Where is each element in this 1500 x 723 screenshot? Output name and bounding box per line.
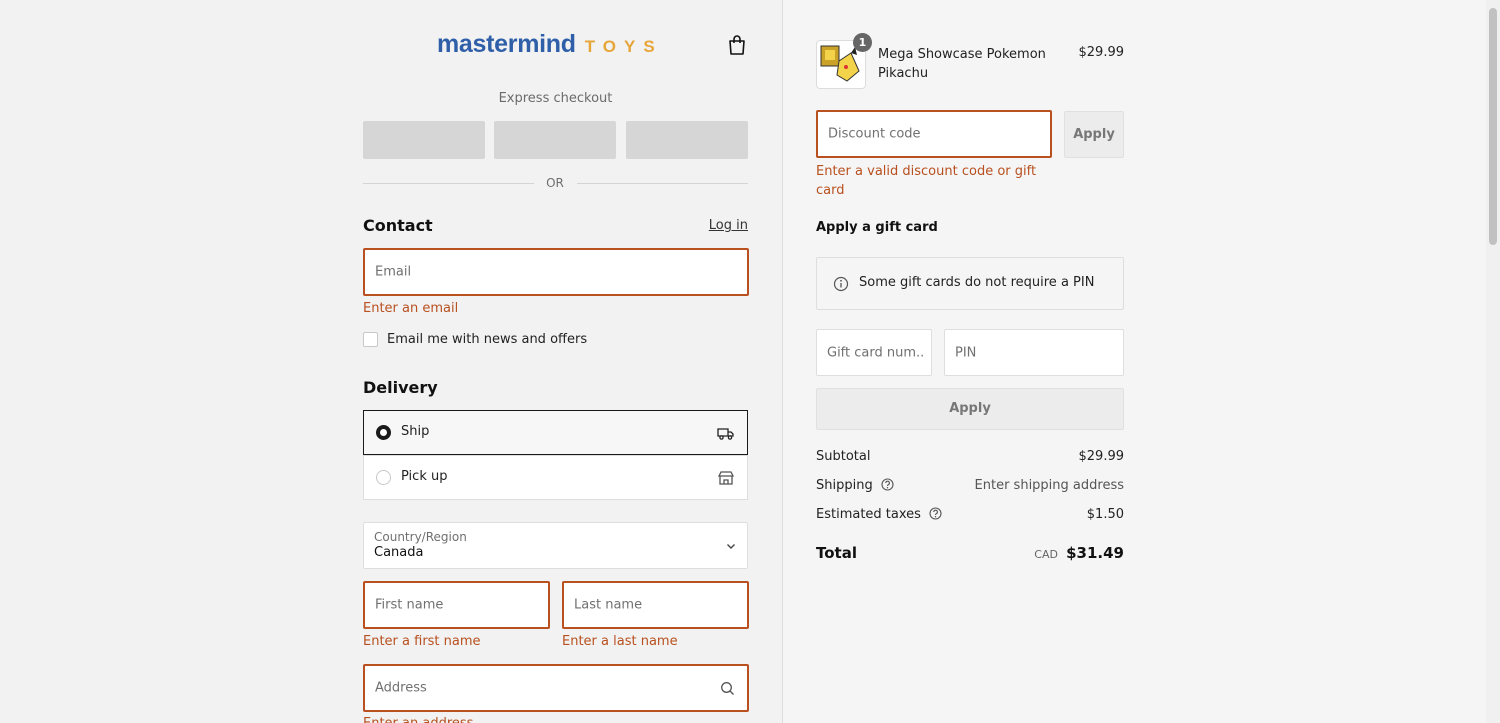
last-name-placeholder: Last name	[574, 597, 643, 613]
total-label: Total	[816, 544, 857, 562]
express-checkout-label: Express checkout	[498, 91, 613, 106]
express-pay-button-1[interactable]	[363, 121, 485, 159]
first-name-placeholder: First name	[375, 597, 444, 613]
divider-right	[577, 183, 748, 184]
quantity-badge: 1	[853, 33, 872, 52]
subtotal-value: $29.99	[1078, 449, 1125, 464]
first-name-field[interactable]: First name	[363, 581, 550, 629]
address-field[interactable]: Address	[363, 664, 749, 712]
address-placeholder: Address	[375, 680, 427, 696]
login-link[interactable]: Log in	[700, 218, 748, 233]
help-icon[interactable]	[881, 478, 894, 491]
country-select[interactable]: Country/Region Canada	[363, 522, 748, 569]
newsletter-checkbox[interactable]	[363, 332, 378, 347]
or-divider-label: OR	[546, 176, 564, 190]
address-error: Enter an address	[363, 714, 473, 723]
search-icon	[721, 682, 734, 695]
delivery-heading: Delivery	[363, 378, 438, 397]
total-currency: CAD	[1034, 548, 1058, 561]
newsletter-label: Email me with news and offers	[387, 332, 588, 347]
discount-code-field[interactable]: Discount code	[816, 110, 1052, 158]
subtotal-label: Subtotal	[816, 449, 871, 464]
chevron-down-icon	[727, 544, 735, 549]
scrollbar-thumb[interactable]	[1489, 8, 1497, 245]
contact-heading: Contact	[363, 216, 433, 235]
gift-card-info-text: Some gift cards do not require a PIN	[859, 275, 1095, 290]
ship-radio[interactable]	[376, 425, 391, 440]
country-label: Country/Region	[374, 530, 467, 544]
delivery-option-ship[interactable]: Ship	[363, 410, 748, 455]
country-value: Canada	[374, 545, 424, 560]
email-placeholder: Email	[375, 264, 412, 280]
shopping-bag-icon[interactable]	[727, 34, 747, 56]
email-field[interactable]: Email	[363, 248, 749, 296]
gift-card-pin-placeholder: PIN	[955, 345, 977, 360]
discount-error: Enter a valid discount code or gift card	[816, 164, 1037, 198]
gift-card-apply-button[interactable]: Apply	[816, 388, 1124, 430]
total-value: $31.49	[1066, 544, 1124, 562]
express-pay-button-2[interactable]	[494, 121, 616, 159]
shipping-value: Enter shipping address	[974, 478, 1124, 493]
store-icon	[717, 471, 735, 485]
shipping-label: Shipping	[816, 478, 873, 493]
gift-card-number-placeholder: Gift card num...	[827, 345, 925, 360]
shipping-row-label: Shipping	[816, 478, 894, 493]
ship-label: Ship	[401, 424, 430, 439]
product-price: $29.99	[1078, 45, 1125, 60]
discount-apply-button[interactable]: Apply	[1064, 111, 1124, 158]
taxes-label: Estimated taxes	[816, 507, 921, 522]
pickup-label: Pick up	[401, 469, 448, 484]
truck-icon	[717, 428, 734, 440]
last-name-field[interactable]: Last name	[562, 581, 749, 629]
first-name-error: Enter a first name	[363, 634, 481, 649]
info-icon	[833, 276, 849, 292]
product-name: Mega Showcase Pokemon Pikachu	[878, 47, 1046, 81]
brand-name: mastermind	[437, 30, 576, 58]
total-value-group: CAD $31.49	[990, 544, 1124, 562]
gift-card-heading: Apply a gift card	[816, 220, 938, 235]
email-error: Enter an email	[363, 301, 459, 316]
gift-card-info-box: Some gift cards do not require a PIN	[816, 257, 1124, 310]
divider-left	[363, 183, 534, 184]
express-pay-button-3[interactable]	[626, 121, 748, 159]
discount-placeholder: Discount code	[828, 126, 921, 142]
taxes-row-label: Estimated taxes	[816, 507, 942, 522]
gift-card-number-field[interactable]: Gift card num...	[816, 329, 932, 376]
last-name-error: Enter a last name	[562, 634, 678, 649]
pickup-radio[interactable]	[376, 470, 391, 485]
delivery-option-pickup[interactable]: Pick up	[363, 455, 748, 500]
taxes-value: $1.50	[1086, 507, 1124, 522]
brand-suffix: TOYS	[584, 37, 663, 56]
gift-card-pin-field[interactable]: PIN	[944, 329, 1124, 376]
brand-logo[interactable]: mastermind TOYS	[437, 30, 663, 60]
